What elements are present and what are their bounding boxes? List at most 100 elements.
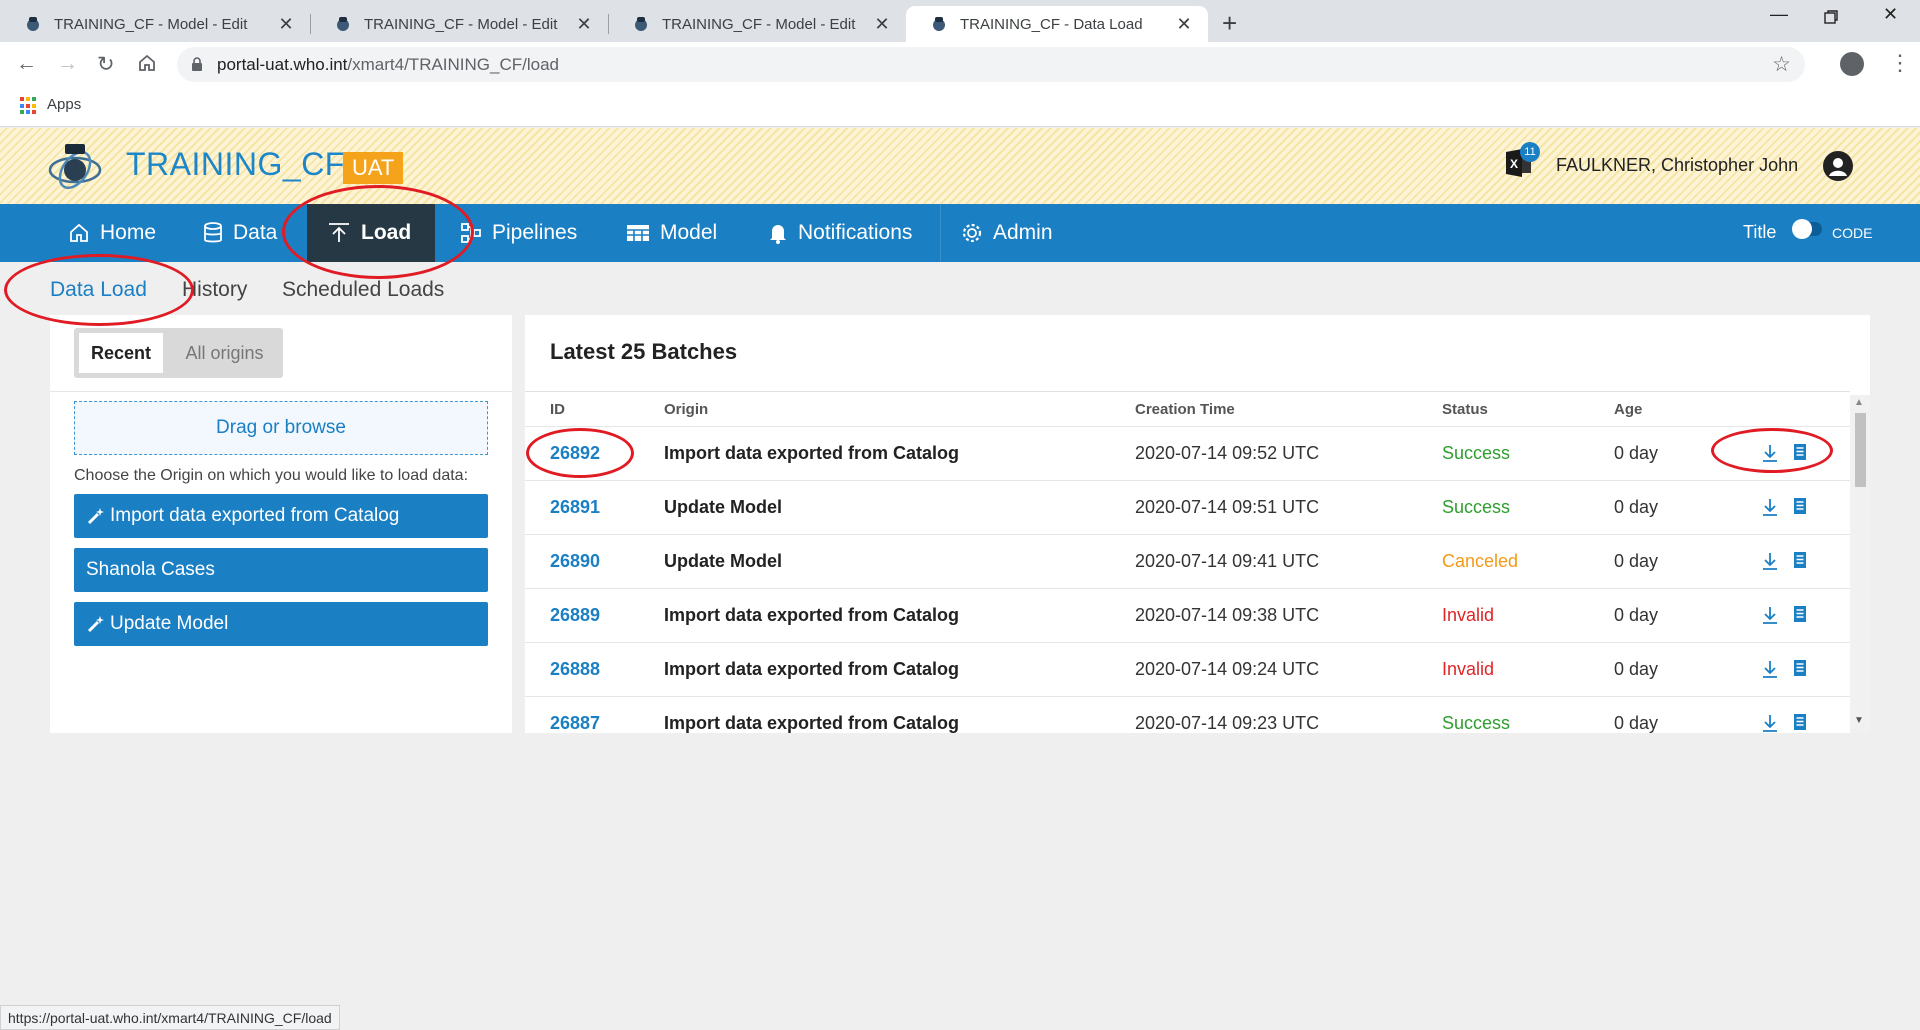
batch-status: Success [1442,497,1511,517]
origin-hint-text: Choose the Origin on which you would lik… [74,467,469,484]
divider [50,391,512,392]
subnav-scheduled-loads[interactable]: Scheduled Loads [282,278,444,302]
browser-tab[interactable]: TRAINING_CF - Model - Edit ✕ [0,6,310,42]
user-avatar-icon[interactable] [1823,151,1853,181]
close-tab-icon[interactable]: ✕ [872,14,892,35]
nav-home[interactable]: Home [68,204,156,262]
batch-origin: Import data exported from Catalog [664,605,960,625]
tab-title: TRAINING_CF - Data Load [960,15,1143,33]
tab-title: TRAINING_CF - Model - Edit [54,15,248,33]
batch-id-link[interactable]: 26891 [550,497,600,518]
new-tab-icon[interactable]: + [1222,8,1237,39]
upload-icon [329,223,349,242]
nav-admin[interactable]: Admin [961,204,1053,262]
scroll-down-arrow-icon[interactable]: ▼ [1854,715,1864,726]
close-window-icon[interactable]: ✕ [1883,4,1898,25]
env-badge: UAT [343,152,404,184]
column-header-origin[interactable]: Origin [664,401,708,418]
batch-log-icon[interactable] [1793,551,1807,574]
table-row: 26887 Import data exported from Catalog … [525,696,1850,733]
nav-pipelines[interactable]: Pipelines [460,204,577,262]
batch-log-icon[interactable] [1793,443,1807,466]
batch-status: Invalid [1442,659,1495,679]
scroll-up-arrow-icon[interactable]: ▲ [1854,397,1864,408]
batch-creation-time: 2020-07-14 09:51 UTC [1135,497,1320,517]
batch-age: 0 day [1614,551,1659,571]
browser-tab[interactable]: TRAINING_CF - Model - Edit ✕ [608,6,906,42]
batch-creation-time: 2020-07-14 09:23 UTC [1135,713,1320,733]
download-icon[interactable] [1761,443,1779,468]
xmart-logo-icon [48,144,102,190]
nav-load[interactable]: Load [307,204,436,262]
forward-icon[interactable]: → [57,52,78,76]
batch-log-icon[interactable] [1793,659,1807,682]
main-nav: Home Data Load Pipelines Model Notificat… [0,204,1920,262]
close-tab-icon[interactable]: ✕ [276,14,296,35]
column-header-age[interactable]: Age [1614,401,1642,418]
restore-icon[interactable] [1824,8,1838,29]
download-icon[interactable] [1761,551,1779,576]
home-icon [70,223,88,242]
all-origins-filter-button[interactable]: All origins [172,333,277,373]
batch-id-link[interactable]: 26889 [550,605,600,626]
bell-icon [770,225,786,244]
column-header-creation-time[interactable]: Creation Time [1135,401,1235,418]
subnav-data-load[interactable]: Data Load [50,278,147,302]
download-icon[interactable] [1761,713,1779,733]
table-scrollbar-thumb[interactable] [1855,413,1866,487]
apps-grid-icon[interactable] [20,97,38,115]
nav-label: Admin [993,221,1053,244]
origin-button-shanola-cases[interactable]: Shanola Cases [74,548,488,592]
download-icon[interactable] [1761,497,1779,522]
origin-filter-toggle: Recent All origins [74,328,283,378]
nav-label: Model [660,221,718,244]
origin-button-update-model[interactable]: Update Model [74,602,488,646]
browser-tab-active[interactable]: TRAINING_CF - Data Load ✕ [906,6,1208,42]
batch-status: Invalid [1442,605,1495,625]
close-tab-icon[interactable]: ✕ [574,14,594,35]
nav-model[interactable]: Model [626,204,717,262]
apps-bookmark[interactable]: Apps [47,96,81,113]
app-title[interactable]: TRAINING_CF [126,146,345,183]
batch-id-link[interactable]: 26890 [550,551,600,572]
nav-label: Load [361,221,412,244]
origin-button-import-catalog[interactable]: Import data exported from Catalog [74,494,488,538]
back-icon[interactable]: ← [16,52,37,76]
browser-tab[interactable]: TRAINING_CF - Model - Edit ✕ [310,6,608,42]
browser-profile-icon[interactable] [1840,52,1864,76]
batch-log-icon[interactable] [1793,713,1807,733]
batch-age: 0 day [1614,605,1659,625]
origin-label: Shanola Cases [86,559,215,580]
recent-filter-button[interactable]: Recent [79,333,163,373]
batch-log-icon[interactable] [1793,605,1807,628]
file-drop-zone[interactable]: Drag or browse [74,401,488,455]
download-icon[interactable] [1761,659,1779,684]
batch-status: Canceled [1442,551,1519,571]
address-bar[interactable]: portal-uat.who.int/xmart4/TRAINING_CF/lo… [177,47,1805,82]
toggle-knob [1792,219,1812,239]
download-icon[interactable] [1761,605,1779,630]
batch-id-link[interactable]: 26887 [550,713,600,733]
close-tab-icon[interactable]: ✕ [1174,14,1194,35]
bookmark-star-icon[interactable]: ☆ [1772,52,1791,77]
batch-log-icon[interactable] [1793,497,1807,520]
home-browser-icon[interactable] [137,53,157,79]
xmart-favicon-icon [933,17,945,31]
batch-age: 0 day [1614,659,1659,679]
nav-data[interactable]: Data [203,204,277,262]
batch-id-link[interactable]: 26888 [550,659,600,680]
minimize-icon[interactable]: — [1770,4,1788,25]
reload-icon[interactable]: ↻ [97,52,115,77]
batch-age: 0 day [1614,443,1659,463]
title-code-toggle[interactable] [1792,219,1822,239]
column-header-id[interactable]: ID [550,401,565,418]
batch-id-link[interactable]: 26892 [550,443,600,464]
toggle-title-label: Title [1743,222,1777,242]
batch-creation-time: 2020-07-14 09:41 UTC [1135,551,1320,571]
table-row: 26890 Update Model 2020-07-14 09:41 UTC … [525,534,1850,588]
user-name[interactable]: FAULKNER, Christopher John [1556,155,1798,176]
nav-notifications[interactable]: Notifications [768,204,912,262]
subnav-history[interactable]: History [182,278,247,302]
column-header-status[interactable]: Status [1442,401,1488,418]
browser-menu-icon[interactable]: ⋮ [1889,50,1911,76]
